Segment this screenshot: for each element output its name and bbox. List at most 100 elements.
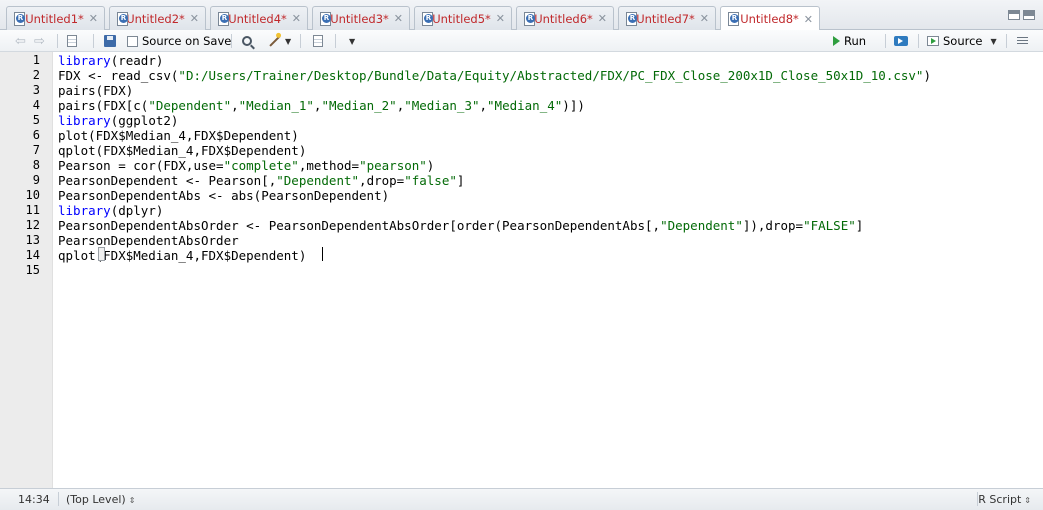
chevron-down-icon[interactable]: ▼: [991, 37, 997, 46]
toolbar-divider: [335, 34, 336, 48]
code-token: ]: [855, 218, 864, 233]
code-token: (ggplot2): [110, 113, 179, 128]
line-number: 4: [32, 98, 40, 112]
tab-label: Untitled6*: [534, 11, 593, 26]
save-button[interactable]: [104, 33, 116, 49]
line-number: 13: [25, 233, 40, 247]
code-string: "false": [404, 173, 457, 188]
code-line[interactable]: PearsonDependentAbsOrder <- PearsonDepen…: [58, 218, 863, 233]
code-line[interactable]: library(dplyr): [58, 203, 163, 218]
forward-button[interactable]: ⇨: [34, 33, 45, 49]
r-script-icon: R: [217, 11, 229, 26]
tab-untitled-7[interactable]: R Untitled7* ✕: [618, 6, 716, 30]
code-line[interactable]: FDX <- read_csv("D:/Users/Trainer/Deskto…: [58, 68, 931, 83]
code-string: "pearson": [359, 158, 427, 173]
chevron-down-icon: ▼: [285, 36, 292, 46]
code-editor[interactable]: 1 2 3 4 5 6 7 8 9 10 11 12 13 14 15 library(readr) FDX …: [0, 52, 1043, 488]
tab-label: Untitled7*: [636, 11, 695, 26]
close-icon[interactable]: ✕: [394, 12, 403, 25]
close-icon[interactable]: ✕: [190, 12, 199, 25]
run-button[interactable]: Run: [833, 33, 866, 49]
list-icon: [1017, 36, 1028, 46]
code-line[interactable]: Pearson = cor(FDX,use="complete",method=…: [58, 158, 434, 173]
tab-label: Untitled5*: [432, 11, 491, 26]
source-on-save-checkbox[interactable]: [127, 35, 138, 47]
code-string: "Median_2": [321, 98, 397, 113]
outline-button[interactable]: [1017, 33, 1028, 49]
code-token: Pearson = cor(FDX,use=: [58, 158, 224, 173]
close-icon[interactable]: ✕: [598, 12, 607, 25]
tab-untitled-8[interactable]: R Untitled8* ✕: [720, 6, 820, 31]
compile-report-button[interactable]: [313, 33, 323, 49]
code-line[interactable]: library(readr): [58, 53, 163, 68]
r-script-icon: R: [319, 11, 331, 26]
toolbar-divider: [57, 34, 58, 48]
tab-untitled-1[interactable]: R Untitled1* ✕: [6, 6, 105, 30]
code-token: pairs(FDX[c(: [58, 98, 149, 113]
code-string: "Median_3": [404, 98, 480, 113]
close-icon[interactable]: ✕: [700, 12, 709, 25]
text-cursor: [322, 247, 323, 261]
save-icon: [104, 35, 116, 47]
source-button[interactable]: Source ▼: [927, 33, 997, 49]
code-line[interactable]: qplot(FDX$Median_4,FDX$Dependent): [58, 143, 306, 158]
minimize-pane-icon[interactable]: [1008, 10, 1020, 20]
close-icon[interactable]: ✕: [496, 12, 505, 25]
editor-toolbar: ⇦ ⇨ Source on Save ▼ ▼ Run Source ▼: [0, 30, 1043, 52]
toolbar-divider: [231, 34, 232, 48]
code-token: (dplyr): [110, 203, 164, 218]
tab-untitled-3[interactable]: R Untitled4* ✕: [210, 6, 308, 30]
code-token: (readr): [110, 53, 164, 68]
find-replace-button[interactable]: [242, 33, 252, 49]
cursor-position: 14:34: [18, 493, 50, 506]
toolbar-divider: [93, 34, 94, 48]
close-icon[interactable]: ✕: [292, 12, 301, 25]
code-line[interactable]: library(ggplot2): [58, 113, 178, 128]
code-token: PearsonDependentAbs <- abs(PearsonDepend…: [58, 188, 390, 203]
status-divider: [58, 492, 59, 506]
code-tools-button[interactable]: ▼: [268, 33, 291, 49]
code-line[interactable]: plot(FDX$Median_4,FDX$Dependent): [58, 128, 299, 143]
code-token: PearsonDependentAbsOrder: [58, 233, 239, 248]
code-line[interactable]: pairs(FDX[c("Dependent","Median_1","Medi…: [58, 98, 585, 113]
code-line[interactable]: PearsonDependent <- Pearson[,"Dependent"…: [58, 173, 464, 188]
code-line[interactable]: PearsonDependentAbsOrder: [58, 233, 239, 248]
tab-untitled-2[interactable]: R Untitled2* ✕: [109, 6, 206, 30]
close-icon[interactable]: ✕: [89, 12, 98, 25]
code-string: "FALSE": [803, 218, 856, 233]
line-number: 6: [32, 128, 40, 142]
rerun-button[interactable]: [894, 33, 908, 49]
back-button[interactable]: ⇦: [15, 33, 26, 49]
source-on-save-label: Source on Save: [142, 34, 232, 48]
source-on-save-toggle[interactable]: Source on Save: [127, 33, 231, 49]
tab-untitled-4[interactable]: R Untitled3* ✕: [312, 6, 410, 30]
magic-wand-icon: [269, 35, 281, 47]
code-line[interactable]: qplot(FDX$Median_4,FDX$Dependent): [58, 248, 306, 263]
tab-untitled-5[interactable]: R Untitled5* ✕: [414, 6, 512, 30]
chevron-down-icon: ▼: [349, 36, 356, 46]
r-script-icon: R: [116, 11, 128, 26]
code-string: "D:/Users/Trainer/Desktop/Bundle/Data/Eq…: [178, 68, 924, 83]
run-label: Run: [844, 34, 867, 48]
line-number-gutter: 1 2 3 4 5 6 7 8 9 10 11 12 13 14 15: [0, 52, 53, 488]
line-number: 8: [32, 158, 40, 172]
line-number: 12: [25, 218, 40, 232]
code-line[interactable]: pairs(FDX): [58, 83, 133, 98]
tab-untitled-6[interactable]: R Untitled6* ✕: [516, 6, 614, 30]
tab-label: Untitled2*: [126, 11, 185, 26]
code-line[interactable]: PearsonDependentAbs <- abs(PearsonDepend…: [58, 188, 389, 203]
scope-selector[interactable]: (Top Level) ⇕: [66, 493, 135, 506]
code-token: ,drop=: [359, 173, 405, 188]
line-number: 14: [25, 248, 40, 262]
code-token: PearsonDependentAbsOrder <- PearsonDepen…: [58, 218, 661, 233]
code-token: ): [426, 158, 435, 173]
file-type-selector[interactable]: R Script ⇕: [978, 493, 1031, 506]
toolbar-divider: [918, 34, 919, 48]
r-script-icon: R: [421, 11, 433, 26]
more-options-button[interactable]: ▼: [346, 33, 355, 49]
close-icon[interactable]: ✕: [804, 13, 813, 26]
code-token: FDX <- read_csv(: [58, 68, 179, 83]
updown-icon: ⇕: [128, 496, 136, 505]
show-in-window-button[interactable]: [67, 33, 77, 49]
maximize-pane-icon[interactable]: [1023, 10, 1035, 20]
